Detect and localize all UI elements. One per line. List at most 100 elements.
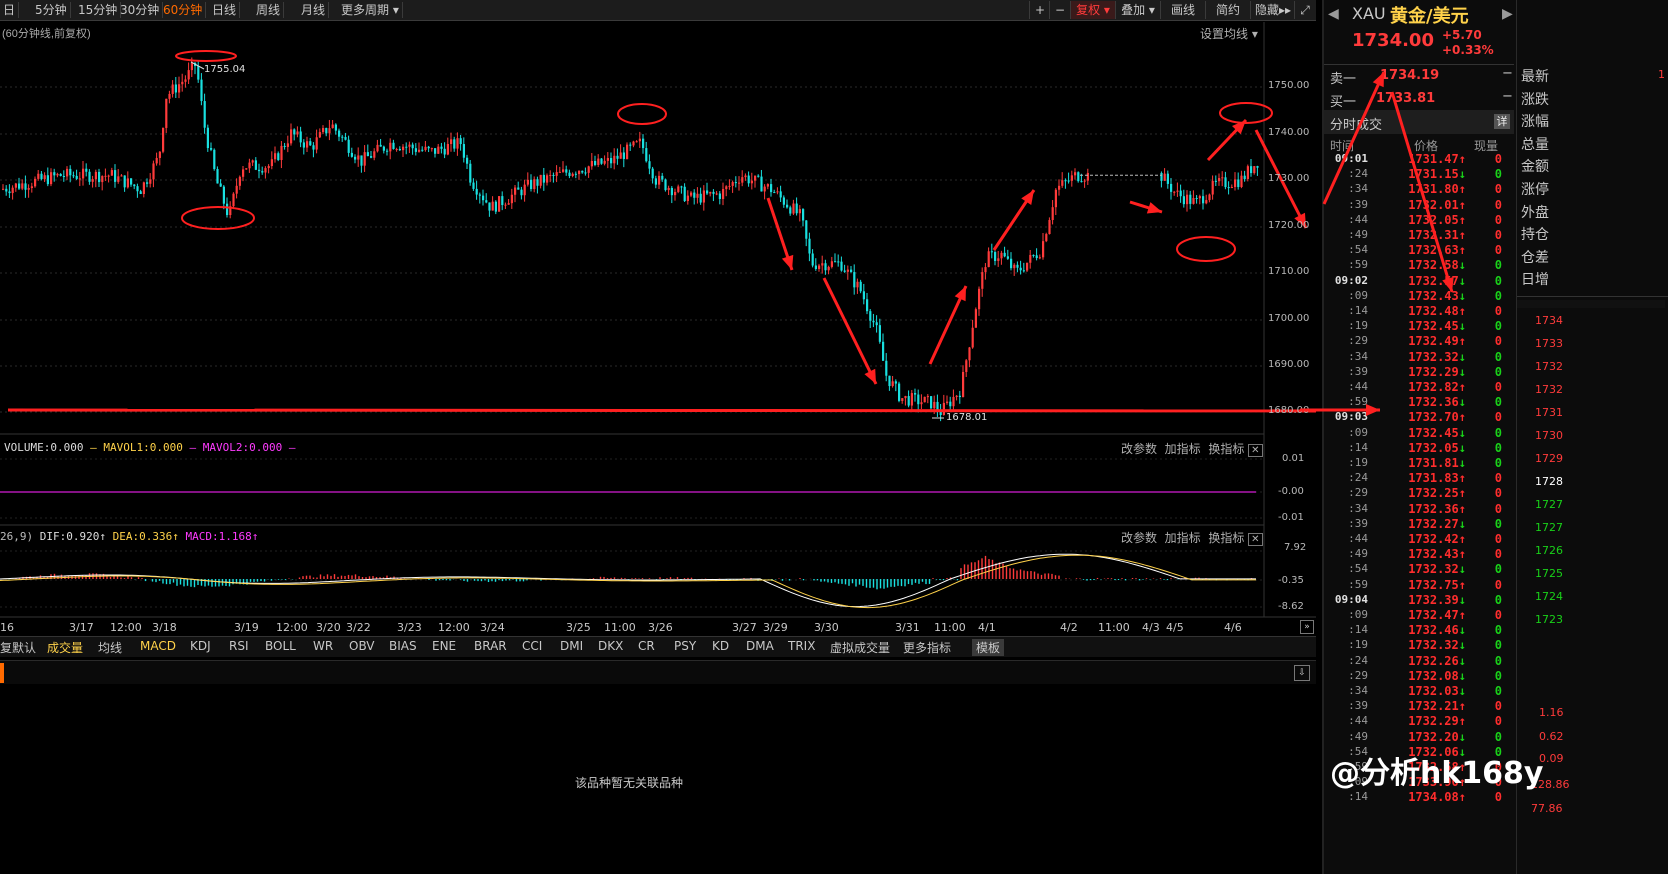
scroll-right-icon[interactable]: » — [1300, 620, 1314, 634]
trade-price: 1732.32 — [1408, 638, 1459, 653]
detail-button[interactable]: 详 — [1494, 114, 1510, 129]
trade-row: :39 1732.21↑ 0 — [1324, 699, 1514, 714]
indicator-tab[interactable]: 复默认 — [0, 639, 36, 656]
candle-body — [21, 183, 24, 189]
toolbar-button[interactable]: 画线 — [1160, 1, 1205, 19]
indicator-tab[interactable]: WR — [313, 639, 333, 653]
candle-body — [626, 144, 629, 159]
toolbar-button[interactable]: 叠加 ▾ — [1115, 1, 1160, 19]
change-param-button[interactable]: 改参数 — [1121, 442, 1157, 456]
swap-indicator-button[interactable]: 换指标 — [1208, 442, 1244, 456]
indicator-tab[interactable]: 均线 — [98, 639, 122, 656]
trade-volume: 0 — [1494, 562, 1502, 577]
arrow-down-icon: ↓ — [1458, 364, 1466, 379]
x-tick: 3/23 — [397, 621, 422, 634]
toolbar-button[interactable]: 简约 — [1205, 1, 1250, 19]
candle-body — [1016, 264, 1019, 268]
indicator-tab[interactable]: RSI — [229, 639, 249, 653]
toolbar-button[interactable]: + — [1029, 1, 1050, 19]
candle-body — [18, 183, 21, 189]
candle-body — [1003, 252, 1006, 257]
period-tab[interactable]: 15分钟 — [75, 2, 122, 18]
trade-row: :19 1732.45↓ 0 — [1324, 319, 1514, 334]
indicator-tab[interactable]: PSY — [674, 639, 696, 653]
indicator-tab[interactable]: TRIX — [788, 639, 815, 653]
candle-body — [808, 238, 811, 254]
macd-params: 26,9) — [0, 530, 34, 543]
kline-chart-area[interactable]: (60分钟线,前复权) 设置均线 ▾ VOLUME:0.000 — MAVOL1… — [0, 22, 1316, 682]
trade-time: :29 — [1348, 668, 1368, 682]
candle-body — [699, 193, 702, 203]
indicator-tab[interactable]: BOLL — [265, 639, 296, 653]
indicator-tab[interactable]: OBV — [349, 639, 375, 653]
chart-canvas[interactable] — [0, 22, 1316, 636]
trade-row: :09 1732.45↓ 0 — [1324, 426, 1514, 441]
candle-body — [1064, 180, 1067, 182]
collapse-icon[interactable]: ⇩ — [1294, 665, 1310, 681]
candle-body — [610, 158, 613, 164]
indicator-tab[interactable]: 虚拟成交量 — [830, 639, 890, 656]
candle-body — [53, 172, 56, 176]
trade-row: :34 1731.80↑ 0 — [1324, 182, 1514, 197]
toolbar-button[interactable]: 复权 ▾ — [1070, 1, 1115, 19]
trade-row: :14 1732.46↓ 0 — [1324, 623, 1514, 638]
indicator-tab[interactable]: CCI — [522, 639, 542, 653]
period-tab[interactable]: 60分钟 — [160, 2, 207, 18]
period-tab[interactable]: 更多周期 ▾ — [338, 2, 403, 18]
indicator-tab[interactable]: KD — [712, 639, 729, 653]
arrow-up-icon: ↑ — [1458, 212, 1466, 227]
arrow-up-icon: ↑ — [1458, 228, 1466, 242]
indicator-tab[interactable]: DMA — [746, 639, 774, 653]
period-tab[interactable]: 日 — [0, 2, 20, 18]
indicator-tab[interactable]: CR — [638, 639, 655, 653]
indicator-tab[interactable]: 成交量 — [47, 639, 83, 656]
candle-body — [648, 161, 651, 169]
candle-body — [213, 149, 216, 170]
candle-body — [549, 174, 552, 176]
add-indicator-button[interactable]: 加指标 — [1165, 442, 1201, 456]
swap-indicator-button[interactable]: 换指标 — [1208, 531, 1244, 545]
trade-volume: 0 — [1494, 456, 1502, 470]
candle-body — [594, 161, 597, 165]
indicator-tab[interactable]: MACD — [140, 639, 176, 653]
period-tab[interactable]: 30分钟 — [117, 2, 164, 18]
next-symbol-icon[interactable]: ▶ — [1502, 6, 1513, 22]
close-icon[interactable]: ✕ — [1248, 444, 1263, 457]
change-param-button[interactable]: 改参数 — [1121, 531, 1157, 545]
indicator-tab[interactable]: KDJ — [190, 639, 211, 653]
trade-volume: 0 — [1494, 532, 1502, 546]
add-indicator-button[interactable]: 加指标 — [1165, 531, 1201, 545]
volume-value: VOLUME:0.000 — [4, 441, 84, 454]
toolbar-button[interactable]: − — [1049, 1, 1070, 19]
candle-body — [568, 172, 571, 177]
ma-setting-button[interactable]: 设置均线 ▾ — [1200, 25, 1258, 42]
period-tab[interactable]: 月线 — [298, 2, 330, 18]
candle-body — [1077, 172, 1080, 182]
indicator-tab[interactable]: BRAR — [474, 639, 507, 653]
period-tab[interactable]: 5分钟 — [32, 2, 71, 18]
candle-body — [1218, 178, 1221, 182]
prev-symbol-icon[interactable]: ◀ — [1328, 6, 1339, 22]
period-tab[interactable]: 周线 — [253, 2, 285, 18]
candle-body — [162, 127, 165, 152]
toolbar-button[interactable]: ⤢ — [1294, 1, 1315, 19]
candle-body — [1208, 194, 1211, 201]
indicator-tab[interactable]: DKX — [598, 639, 623, 653]
indicator-tab[interactable]: 更多指标 — [903, 639, 951, 656]
trade-price: 1732.26 — [1408, 653, 1459, 668]
indicator-tab[interactable]: ENE — [432, 639, 456, 653]
period-tab[interactable]: 日线 — [209, 2, 241, 18]
candle-body — [507, 203, 510, 205]
indicator-tab[interactable]: 模板 — [972, 639, 1005, 656]
trade-volume: 0 — [1494, 152, 1502, 166]
indicator-tab[interactable]: DMI — [560, 639, 583, 653]
candle-body — [475, 188, 478, 195]
candle-body — [843, 270, 846, 272]
trade-time: :39 — [1348, 197, 1368, 211]
candle-body — [242, 169, 245, 177]
indicator-tab[interactable]: BIAS — [389, 639, 417, 653]
candle-body — [430, 148, 433, 150]
candle-body — [907, 396, 910, 406]
toolbar-button[interactable]: 隐藏▸▸ — [1250, 1, 1295, 19]
close-icon[interactable]: ✕ — [1248, 533, 1263, 546]
